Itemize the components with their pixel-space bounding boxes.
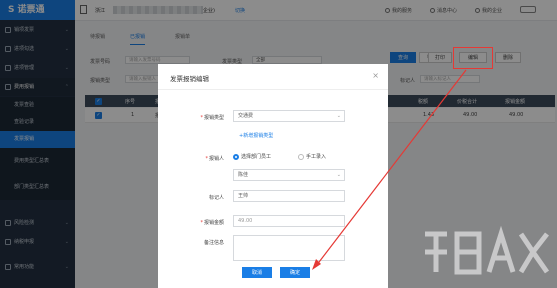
watermark-logo bbox=[425, 225, 550, 275]
